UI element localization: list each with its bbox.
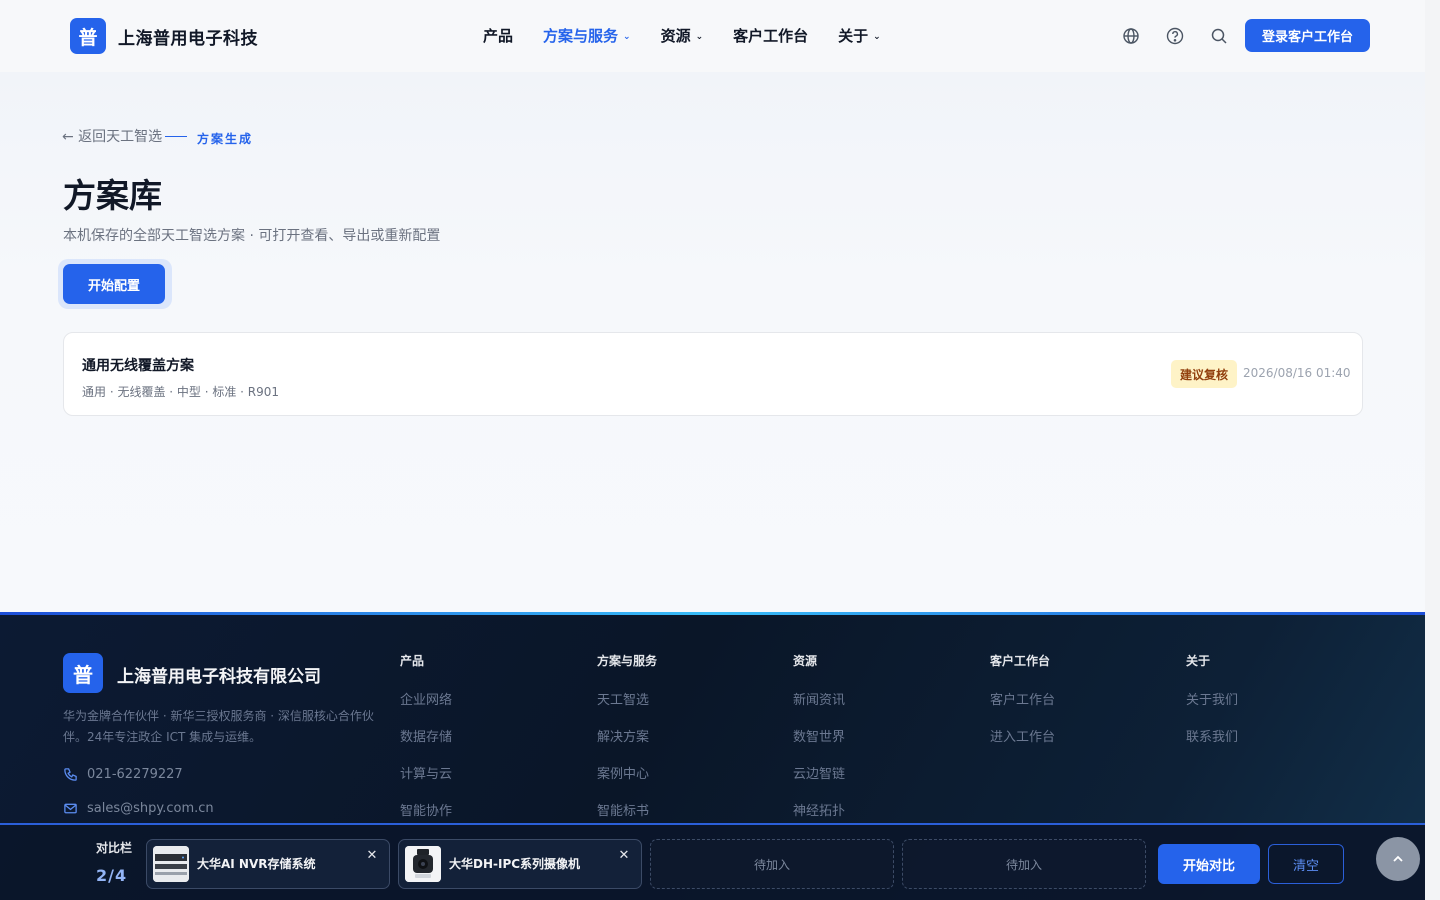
main-nav: 产品 方案与服务 ⌄ 资源 ⌄ 客户工作台 关于 ⌄ xyxy=(483,25,911,46)
footer-link[interactable]: 神经拓扑 xyxy=(793,800,845,819)
footer-email[interactable]: sales@shpy.com.cn xyxy=(63,801,214,816)
plan-meta: 通用 · 无线覆盖 · 中型 · 标准 · R901 xyxy=(82,385,280,399)
footer-col-workbench: 客户工作台 客户工作台 进入工作台 xyxy=(990,652,1055,763)
footer-col-about: 关于 关于我们 联系我们 xyxy=(1186,652,1238,763)
footer-link[interactable]: 数据存储 xyxy=(400,726,452,745)
compare-item-name: 大华DH-IPC系列摄像机 xyxy=(449,857,581,871)
footer-col-title: 方案与服务 xyxy=(597,654,658,668)
chevron-up-icon xyxy=(1393,855,1403,862)
compare-count: 2/4 xyxy=(96,866,128,885)
globe-icon[interactable] xyxy=(1121,26,1141,46)
status-badge: 建议复核 xyxy=(1171,360,1238,388)
start-config-button[interactable]: 开始配置 xyxy=(63,264,165,304)
compare-label: 对比栏 xyxy=(96,841,133,855)
footer-col-products: 产品 企业网络 数据存储 计算与云 智能协作 xyxy=(400,652,452,837)
footer-col-title: 关于 xyxy=(1186,654,1211,668)
start-compare-button[interactable]: 开始对比 xyxy=(1158,844,1260,884)
nvr-device-icon xyxy=(153,846,189,882)
footer-accent-line xyxy=(0,612,1425,615)
logo-icon[interactable]: 普 xyxy=(70,18,106,54)
compare-slot[interactable]: 大华DH-IPC系列摄像机 ✕ xyxy=(398,839,642,889)
camera-thumbnail xyxy=(405,846,441,882)
footer-link[interactable]: 新闻资讯 xyxy=(793,689,845,708)
footer-phone[interactable]: 021-62279227 xyxy=(63,767,183,782)
compare-item-name: 大华AI NVR存储系统 xyxy=(197,857,316,871)
nav-about-label: 关于 xyxy=(838,27,869,45)
nav-resources[interactable]: 资源 ⌄ xyxy=(661,25,704,46)
phone-icon xyxy=(64,768,77,781)
breadcrumb-divider xyxy=(165,136,187,137)
footer-link[interactable]: 进入工作台 xyxy=(990,726,1055,745)
footer-phone-text: 021-62279227 xyxy=(87,767,183,782)
top-header: 普 上海普用电子科技 产品 方案与服务 ⌄ 资源 ⌄ 客户工作台 关于 ⌄ 登录客户工… xyxy=(0,0,1425,72)
footer-col-resources: 资源 新闻资讯 数智世界 云边智链 神经拓扑 xyxy=(793,652,845,837)
footer-col-title: 客户工作台 xyxy=(990,654,1051,668)
footer-col-title: 资源 xyxy=(793,654,818,668)
nav-products-label: 产品 xyxy=(483,27,514,45)
footer-link[interactable]: 解决方案 xyxy=(597,726,657,745)
plan-timestamp: 2026/08/16 01:40 xyxy=(1243,366,1351,380)
footer-link[interactable]: 数智世界 xyxy=(793,726,845,745)
close-icon[interactable]: ✕ xyxy=(615,846,633,864)
nav-resources-label: 资源 xyxy=(660,27,691,45)
back-to-top-button[interactable] xyxy=(1376,837,1420,881)
footer-link[interactable]: 案例中心 xyxy=(597,763,657,782)
search-icon[interactable] xyxy=(1209,26,1229,46)
nav-workbench[interactable]: 客户工作台 xyxy=(733,25,808,46)
chevron-down-icon: ⌄ xyxy=(623,31,631,42)
compare-slot-empty: 待加入 xyxy=(902,839,1146,889)
footer-col-title: 产品 xyxy=(400,654,425,668)
mail-icon xyxy=(64,803,77,814)
main-content: ← 返回天工智选 方案生成 方案库 本机保存的全部天工智选方案 · 可打开查看、… xyxy=(0,72,1425,612)
footer-link[interactable]: 企业网络 xyxy=(400,689,452,708)
compare-slot[interactable]: 大华AI NVR存储系统 ✕ xyxy=(146,839,390,889)
footer-link[interactable]: 天工智选 xyxy=(597,689,657,708)
nav-solutions[interactable]: 方案与服务 ⌄ xyxy=(543,25,631,46)
nvr-thumbnail xyxy=(153,846,189,882)
chevron-down-icon: ⌄ xyxy=(695,31,704,42)
footer-col-solutions: 方案与服务 天工智选 解决方案 案例中心 智能标书 xyxy=(597,652,657,837)
page-scrollbar[interactable] xyxy=(1425,0,1440,900)
footer-company-name: 上海普用电子科技有限公司 xyxy=(117,667,321,687)
compare-bar: 对比栏 2/4 大华AI NVR存储系统 ✕ 大华DH-IPC系列摄像机 ✕ 待… xyxy=(0,823,1425,900)
footer-link[interactable]: 计算与云 xyxy=(400,763,452,782)
footer-link[interactable]: 云边智链 xyxy=(793,763,845,782)
brand-name[interactable]: 上海普用电子科技 xyxy=(118,24,258,49)
chevron-down-icon: ⌄ xyxy=(873,31,881,42)
nav-products[interactable]: 产品 xyxy=(483,25,513,46)
close-icon[interactable]: ✕ xyxy=(363,846,381,864)
page-title: 方案库 xyxy=(63,176,162,215)
nav-about[interactable]: 关于 ⌄ xyxy=(838,25,881,46)
help-icon[interactable] xyxy=(1165,26,1185,46)
page-description: 本机保存的全部天工智选方案 · 可打开查看、导出或重新配置 xyxy=(63,228,441,244)
plan-card[interactable]: 通用无线覆盖方案 通用 · 无线覆盖 · 中型 · 标准 · R901 建议复核… xyxy=(63,332,1363,416)
camera-device-icon xyxy=(405,846,441,882)
footer-logo-icon: 普 xyxy=(63,653,103,693)
footer-email-text: sales@shpy.com.cn xyxy=(87,801,214,816)
plan-name: 通用无线覆盖方案 xyxy=(82,358,194,374)
footer-link[interactable]: 智能标书 xyxy=(597,800,657,819)
footer-link[interactable]: 关于我们 xyxy=(1186,689,1238,708)
back-link[interactable]: ← 返回天工智选 xyxy=(62,126,162,146)
footer-description: 华为金牌合作伙伴 · 新华三授权服务商 · 深信服核心合作伙伴。24年专注政企 … xyxy=(63,709,374,744)
clear-compare-button[interactable]: 清空 xyxy=(1268,844,1344,884)
footer-link[interactable]: 客户工作台 xyxy=(990,689,1055,708)
footer-link[interactable]: 智能协作 xyxy=(400,800,452,819)
login-workbench-button[interactable]: 登录客户工作台 xyxy=(1245,19,1370,52)
footer-link[interactable]: 联系我们 xyxy=(1186,726,1238,745)
breadcrumb-current: 方案生成 xyxy=(197,132,254,146)
compare-slot-empty: 待加入 xyxy=(650,839,894,889)
nav-solutions-label: 方案与服务 xyxy=(543,27,619,45)
nav-workbench-label: 客户工作台 xyxy=(733,27,809,45)
